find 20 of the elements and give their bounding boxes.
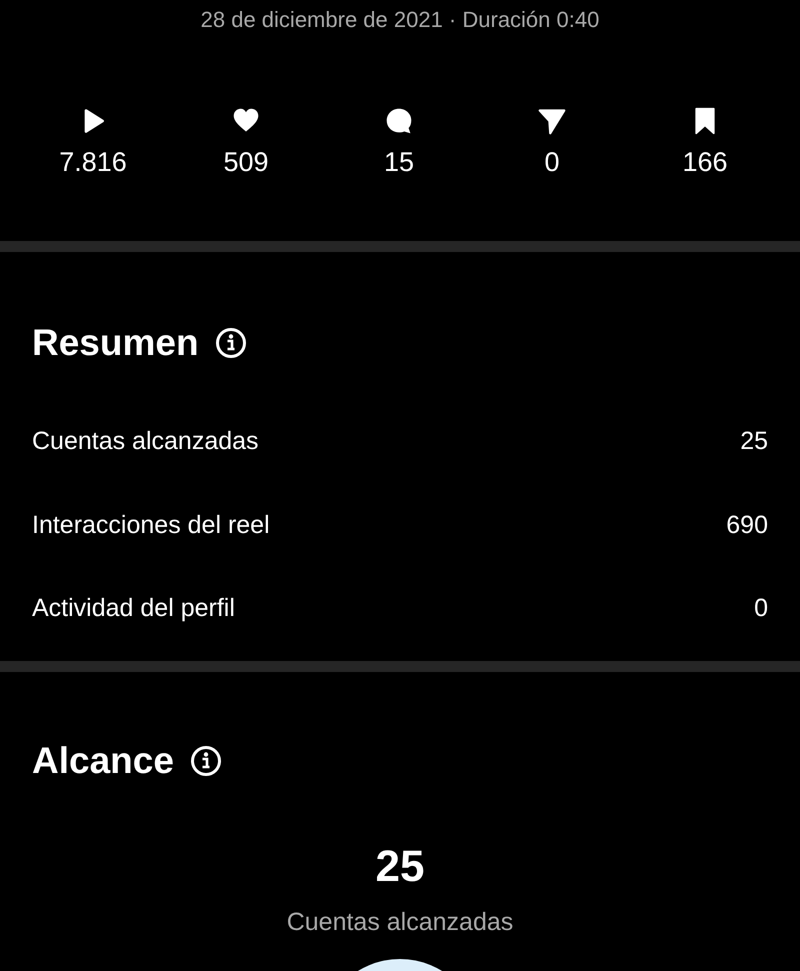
comment-icon xyxy=(385,107,413,135)
metric-value: 0 xyxy=(754,594,768,624)
metric-value: 690 xyxy=(726,510,768,540)
metric-label: Cuentas alcanzadas xyxy=(32,427,259,456)
reach-total: 25 xyxy=(374,842,426,892)
stat-count: 509 xyxy=(223,147,269,178)
stat-count: 166 xyxy=(682,147,728,178)
reach-caption: Cuentas alcanzadas xyxy=(286,908,514,936)
metric-value: 25 xyxy=(740,427,768,456)
send-icon xyxy=(538,107,566,135)
info-icon[interactable] xyxy=(190,744,222,776)
stat-count: 7.816 xyxy=(59,147,127,178)
post-date-duration: 28 de diciembre de 2021 · Duración 0:40 xyxy=(200,6,600,34)
info-icon[interactable] xyxy=(214,327,247,359)
metric-label: Actividad del perfil xyxy=(32,594,235,624)
section-title: Resumen xyxy=(32,322,199,364)
stat-count: 0 xyxy=(544,147,560,178)
stat-count: 15 xyxy=(384,147,414,178)
metric-label: Interacciones del reel xyxy=(32,510,270,540)
section-title: Alcance xyxy=(32,740,174,782)
